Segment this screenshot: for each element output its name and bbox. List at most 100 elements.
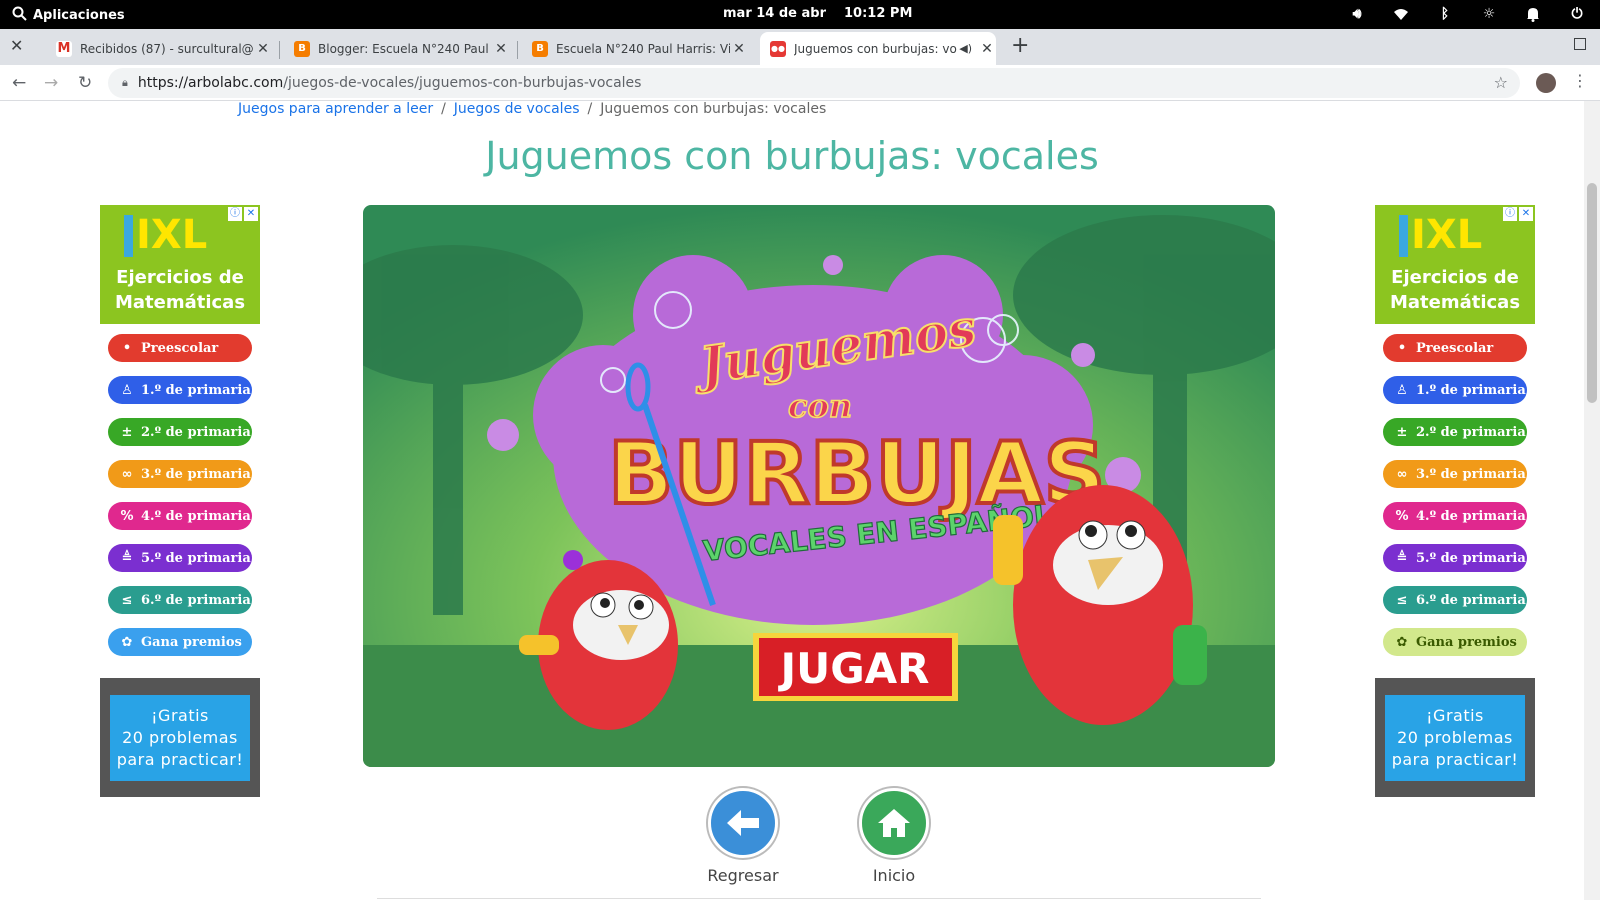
grade-label: 1.º de primaria [1416,382,1526,398]
close-window-icon[interactable]: ✕ [10,36,23,55]
left-sidebar: ⓘ ✕ IXL Ejercicios de Matemáticas • Preesco… [100,205,260,797]
clock[interactable]: mar 14 de abr 10:12 PM [723,6,912,21]
tab-title: Juguemos con burbujas: vo [794,41,957,56]
grade-icon: ± [121,424,133,440]
home-label: Inicio [872,866,916,885]
grade-button-1[interactable]: ♙ 1.º de primaria [108,376,252,404]
grade-icon: ∞ [1396,466,1408,482]
ixl-ad[interactable]: ⓘ ✕ IXL Ejercicios de Matemáticas [100,205,260,324]
ixl-ad[interactable]: ⓘ ✕ IXL Ejercicios de Matemáticas [1375,205,1535,324]
play-button-label: JUGAR [777,644,929,693]
tab-blogger-2[interactable]: B Escuela N°240 Paul Harris: Vist ✕ [522,32,748,65]
ad-text-line1: Ejercicios de [116,267,244,288]
close-tab-icon[interactable]: ✕ [978,41,996,57]
promo-box[interactable]: ¡Gratis 20 problemas para practicar! [1375,678,1535,797]
scrollbar-thumb[interactable] [1587,183,1597,403]
tab-blogger-1[interactable]: B Blogger: Escuela N°240 Paul Ha ✕ [284,32,510,65]
more-menu-icon[interactable]: ⋮ [1572,71,1588,90]
promo-line2: 20 problemas [1397,727,1513,747]
grade-button-1[interactable]: ♙ 1.º de primaria [1383,376,1527,404]
ad-close-icon[interactable]: ✕ [1519,207,1533,221]
close-tab-icon[interactable]: ✕ [730,41,748,57]
new-tab-icon[interactable]: + [1011,33,1029,58]
restore-window-icon[interactable] [1574,38,1586,50]
tab-title: Escuela N°240 Paul Harris: Vist [556,41,730,56]
grade-label: 1.º de primaria [141,382,251,398]
web-page: Juegos para aprender a leer / Juegos de vo… [0,101,1584,900]
power-icon[interactable]: ⏻ [1568,5,1586,23]
promo-box[interactable]: ¡Gratis 20 problemas para practicar! [100,678,260,797]
grade-button-4[interactable]: % 4.º de primaria [1383,502,1527,530]
brightness-icon[interactable]: ☼ [1480,5,1498,23]
breadcrumb: Juegos para aprender a leer / Juegos de vo… [238,101,826,117]
page-scrollbar[interactable] [1584,101,1600,900]
grade-button-0[interactable]: • Preescolar [1383,334,1527,362]
grade-label: 3.º de primaria [1416,466,1526,482]
grade-label: 6.º de primaria [1416,592,1526,608]
grade-icon: % [120,508,134,524]
right-sidebar: ⓘ ✕ IXL Ejercicios de Matemáticas • Preesco… [1375,205,1535,797]
bluetooth-icon[interactable]: ᛒ [1436,5,1454,23]
grade-menu-right: • Preescolar ♙ 1.º de primaria ±2.º de prima… [1375,334,1535,656]
close-tab-icon[interactable]: ✕ [254,41,272,57]
ad-info-icon[interactable]: ⓘ [228,207,242,221]
grade-label: 3.º de primaria [141,466,251,482]
breadcrumb-current: Juguemos con burbujas: vocales [600,101,827,117]
blogger-icon: B [532,40,548,57]
grade-button-2[interactable]: ±2.º de primaria [1383,418,1527,446]
ad-info-icon[interactable]: ⓘ [1503,207,1517,221]
home-button[interactable]: Inicio [844,788,944,885]
wifi-icon[interactable] [1392,5,1410,23]
grade-button-7[interactable]: ✿ Gana premios [1383,628,1527,656]
forward-arrow-icon[interactable]: → [44,73,58,93]
tab-title: Blogger: Escuela N°240 Paul Ha [318,41,492,56]
lock-icon: 🔒︎ [122,76,128,89]
grade-button-2[interactable]: ±2.º de primaria [108,418,252,446]
grade-button-4[interactable]: % 4.º de primaria [108,502,252,530]
profile-avatar[interactable] [1536,73,1556,93]
promo-line3: para practicar! [116,749,244,769]
notifications-icon[interactable] [1524,5,1542,23]
bookmark-star-icon[interactable]: ☆ [1494,73,1508,92]
close-tab-icon[interactable]: ✕ [492,41,510,57]
grade-icon: • [1397,340,1407,356]
applications-label: Aplicaciones [33,8,125,23]
grade-button-5[interactable]: ≜ 5.º de primaria [1383,544,1527,572]
reload-icon[interactable]: ↻ [78,73,92,93]
audio-playing-icon[interactable]: ◀︎) [959,42,972,55]
grade-button-3[interactable]: ∞ 3.º de primaria [1383,460,1527,488]
divider [377,898,1261,899]
grade-label: 5.º de primaria [141,550,251,566]
grade-icon: ≜ [1396,550,1408,566]
volume-icon[interactable]: 🔊︎ [1348,5,1366,23]
grade-button-3[interactable]: ∞ 3.º de primaria [108,460,252,488]
breadcrumb-separator: / [587,101,593,117]
play-button[interactable]: JUGAR [753,633,958,701]
back-label: Regresar [707,866,779,885]
ixl-logo: IXL [124,213,207,257]
address-bar[interactable]: 🔒︎ https://arbolabc.com/juegos-de-vocale… [108,68,1520,98]
applications-menu[interactable]: Aplicaciones [12,6,125,25]
tab-gmail[interactable]: M Recibidos (87) - surcultural@gm ✕ [46,32,272,65]
grade-label: Gana premios [1416,634,1517,650]
back-arrow-icon[interactable]: ← [12,73,26,93]
game-canvas[interactable]: Juguemos con BURBUJAS VOCALES EN ESPAÑOL [363,205,1275,767]
back-arrow-icon [708,788,778,858]
breadcrumb-link-vocales[interactable]: Juegos de vocales [454,101,580,117]
grade-button-7[interactable]: ✿ Gana premios [108,628,252,656]
url-path: /juegos-de-vocales/juguemos-con-burbujas… [283,75,642,91]
grade-button-5[interactable]: ≜ 5.º de primaria [108,544,252,572]
grade-label: 2.º de primaria [141,424,251,440]
grade-button-6[interactable]: ≤6.º de primaria [108,586,252,614]
tab-arbolabc-active[interactable]: ●● Juguemos con burbujas: vo ◀︎) ✕ [760,32,996,65]
promo-line2: 20 problemas [122,727,238,747]
grade-button-6[interactable]: ≤6.º de primaria [1383,586,1527,614]
back-button[interactable]: Regresar [693,788,793,885]
game-title-con: con [788,387,852,425]
breadcrumb-link-leer[interactable]: Juegos para aprender a leer [238,101,433,117]
grade-icon: ≜ [121,550,133,566]
search-icon [12,6,27,25]
ad-close-icon[interactable]: ✕ [244,207,258,221]
grade-button-0[interactable]: • Preescolar [108,334,252,362]
grade-icon: ♙ [1396,382,1408,398]
